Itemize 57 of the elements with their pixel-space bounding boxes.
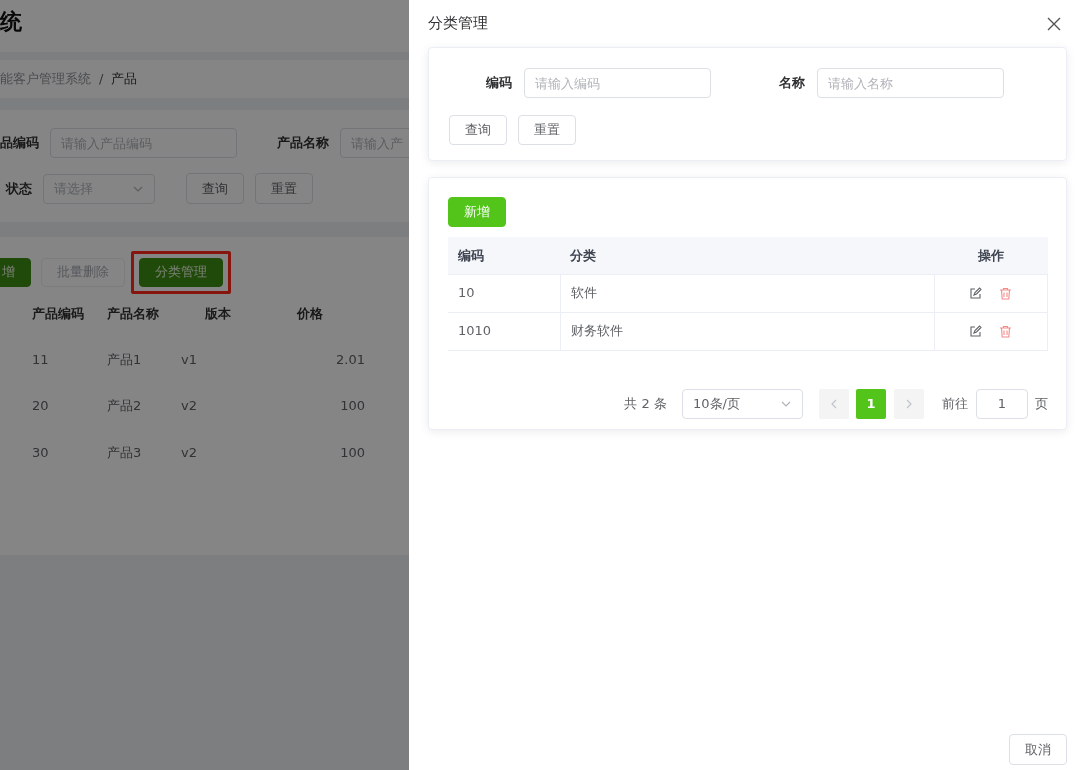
field-label: 状态 xyxy=(6,179,32,198)
page-size-select[interactable]: 10条/页 xyxy=(682,388,803,419)
input-field[interactable]: 请输入编码 xyxy=(524,68,711,98)
table-cell-text: 100 xyxy=(339,397,365,415)
drawer-title: 分类管理 xyxy=(428,13,488,35)
prev-page-button[interactable] xyxy=(819,388,849,419)
table-cell-text: v2 xyxy=(181,397,198,415)
breadcrumb-item: 产品 xyxy=(111,70,138,89)
add-button[interactable]: 新增 xyxy=(448,197,506,227)
button[interactable]: 重置 xyxy=(518,115,576,145)
button[interactable]: 查询 xyxy=(186,173,244,204)
table-cell-text: 产品1 xyxy=(107,350,143,369)
page-button[interactable]: 1 xyxy=(856,388,886,419)
table-cell: 10 xyxy=(448,274,561,312)
table-cell-text: 2.01 xyxy=(335,350,365,369)
field-label: 产品名称 xyxy=(277,134,329,153)
button[interactable]: 分类管理 xyxy=(139,257,223,287)
goto-label: 前往 xyxy=(942,394,968,413)
table-cell-text: 100 xyxy=(339,443,365,462)
column-header: 操作 xyxy=(934,237,1048,274)
breadcrumb-separator: / xyxy=(99,70,104,89)
field-label: 名称 xyxy=(778,74,805,93)
column-header: 产品编码 xyxy=(32,304,85,323)
close-icon[interactable] xyxy=(1047,16,1061,31)
table-cell-text: 11 xyxy=(32,350,50,369)
button[interactable]: 增 xyxy=(0,257,31,287)
next-page-button[interactable] xyxy=(894,388,924,419)
page-title: 统 xyxy=(0,7,22,36)
table-cell: 财务软件 xyxy=(560,312,935,350)
column-header: 分类 xyxy=(560,237,935,274)
delete-icon[interactable] xyxy=(999,324,1013,338)
goto-suffix: 页 xyxy=(1035,394,1048,413)
table-cell: 1010 xyxy=(448,312,561,350)
input-field[interactable]: 请输入名称 xyxy=(817,68,1004,98)
table-cell-text: v2 xyxy=(181,443,198,462)
table-cell-text: 20 xyxy=(32,397,50,415)
table-cell-text: 30 xyxy=(32,443,50,462)
field-label: 品编码 xyxy=(0,134,39,153)
column-header: 编码 xyxy=(448,237,561,274)
table-cell: 软件 xyxy=(560,274,935,312)
delete-icon[interactable] xyxy=(999,286,1013,300)
button[interactable]: 重置 xyxy=(255,173,313,204)
table-cell-text: 产品2 xyxy=(107,397,143,415)
field-label: 编码 xyxy=(485,74,512,93)
column-header: 版本 xyxy=(204,304,232,323)
column-header: 产品名称 xyxy=(107,304,160,323)
edit-icon[interactable] xyxy=(969,286,983,300)
total-count: 共 2 条 xyxy=(624,394,667,413)
edit-icon[interactable] xyxy=(969,324,983,338)
table-cell-text: 产品3 xyxy=(107,443,143,462)
button[interactable]: 查询 xyxy=(449,115,507,145)
chevron-left-icon xyxy=(830,398,838,409)
chevron-right-icon xyxy=(905,398,913,409)
cancel-button[interactable]: 取消 xyxy=(1009,734,1067,765)
page-input[interactable]: 1 xyxy=(976,388,1028,419)
column-header: 价格 xyxy=(295,304,324,323)
table-cell-text: v1 xyxy=(181,350,198,369)
